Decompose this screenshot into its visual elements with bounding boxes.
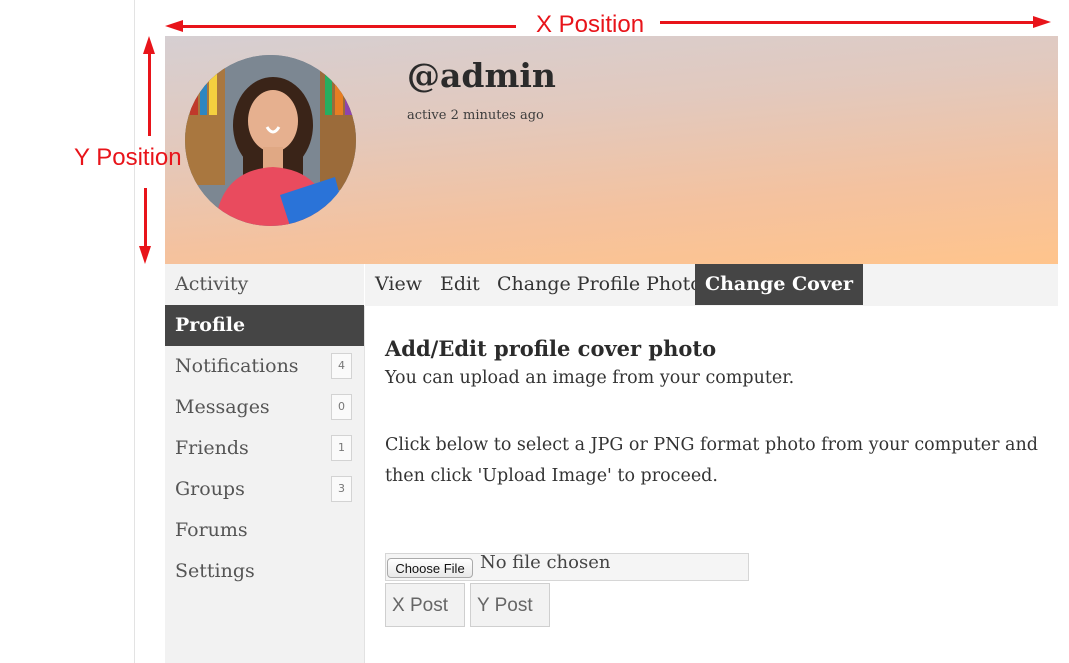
file-status-text: No file chosen	[480, 552, 611, 573]
cover-image: @admin active 2 minutes ago	[165, 36, 1058, 264]
choose-file-button[interactable]: Choose File	[387, 558, 473, 578]
sidebar-item-forums[interactable]: Forums	[165, 510, 364, 551]
sidebar-item-groups[interactable]: Groups 3	[165, 469, 364, 510]
tab-change-cover[interactable]: Change Cover	[695, 264, 863, 305]
intro-text: You can upload an image from your comput…	[385, 368, 795, 388]
sidebar-item-label: Notifications	[175, 355, 299, 377]
notifications-count-badge: 4	[331, 353, 352, 379]
tab-edit[interactable]: Edit	[440, 264, 480, 305]
sidebar-item-profile[interactable]: Profile	[165, 305, 364, 346]
y-post-button[interactable]: Y Post	[470, 583, 550, 627]
arrow-right-icon	[1033, 16, 1051, 28]
page-left-border	[134, 0, 135, 663]
y-position-label: Y Position	[74, 144, 182, 171]
sidebar-item-messages[interactable]: Messages 0	[165, 387, 364, 428]
sidebar-item-label: Friends	[175, 437, 249, 459]
x-arrow-line-right	[660, 21, 1035, 24]
section-title: Add/Edit profile cover photo	[385, 336, 717, 361]
sidebar-item-settings[interactable]: Settings	[165, 551, 364, 592]
avatar[interactable]	[185, 55, 356, 226]
content-divider	[364, 306, 365, 663]
profile-username: @admin	[407, 56, 556, 95]
sidebar-item-label: Settings	[175, 560, 255, 582]
sidebar-item-label: Activity	[175, 273, 249, 295]
profile-sidebar-nav: Activity Profile Notifications 4 Message…	[165, 264, 364, 663]
instructions-text: Click below to select a JPG or PNG forma…	[385, 435, 1038, 486]
profile-subnav: View Edit Change Profile Photo Change Co…	[365, 264, 1058, 306]
sidebar-item-label: Messages	[175, 396, 270, 418]
sidebar-item-label: Profile	[175, 314, 246, 336]
sidebar-item-notifications[interactable]: Notifications 4	[165, 346, 364, 387]
last-active-status: active 2 minutes ago	[407, 108, 544, 123]
sidebar-item-friends[interactable]: Friends 1	[165, 428, 364, 469]
groups-count-badge: 3	[331, 476, 352, 502]
x-position-label: X Position	[536, 11, 645, 38]
y-arrow-line-bottom	[144, 188, 147, 248]
tab-change-profile-photo[interactable]: Change Profile Photo	[497, 264, 702, 305]
x-arrow-line-left	[180, 25, 516, 28]
x-post-button[interactable]: X Post	[385, 583, 465, 627]
file-upload-field[interactable]: Choose File No file chosen	[385, 552, 749, 581]
tab-view[interactable]: View	[375, 264, 422, 305]
sidebar-item-label: Groups	[175, 478, 245, 500]
y-arrow-line-top	[148, 52, 151, 136]
avatar-photo	[185, 55, 356, 226]
sidebar-item-activity[interactable]: Activity	[165, 264, 364, 305]
sidebar-item-label: Forums	[175, 519, 248, 541]
arrow-down-icon	[139, 246, 151, 264]
friends-count-badge: 1	[331, 435, 352, 461]
messages-count-badge: 0	[331, 394, 352, 420]
